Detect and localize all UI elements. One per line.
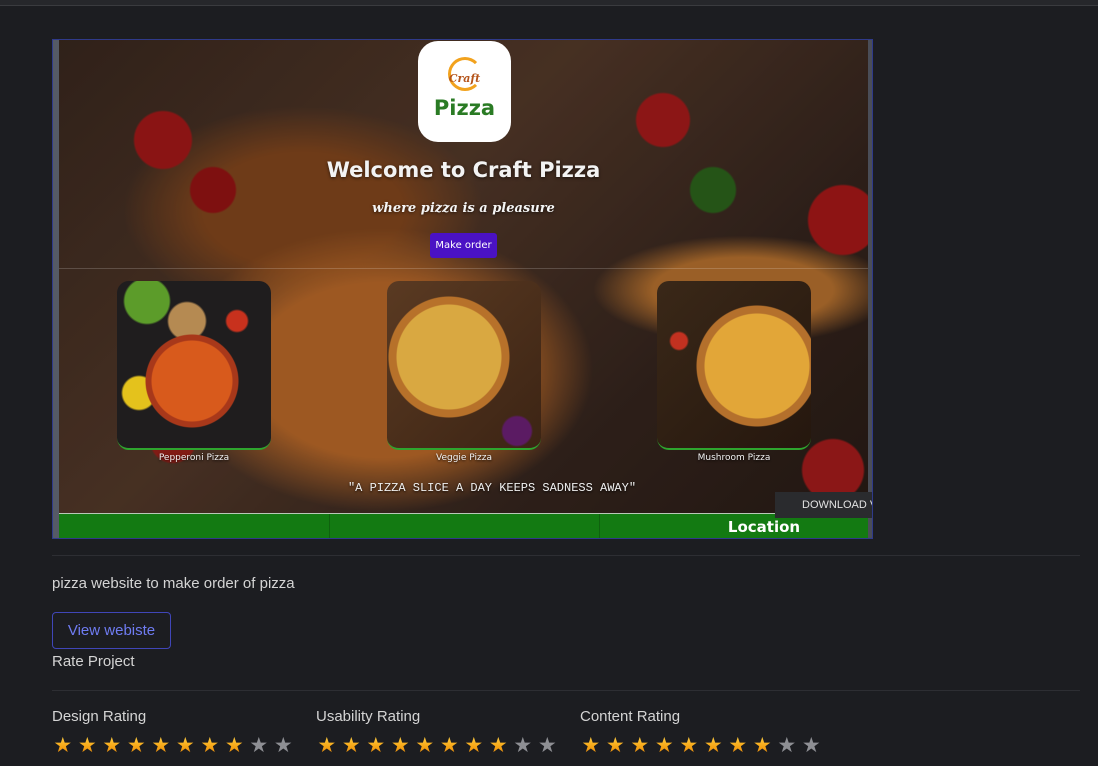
- veggie-pizza-label: Veggie Pizza: [435, 453, 492, 463]
- rate-project-heading: Rate Project: [52, 653, 135, 670]
- content-rating: Content Rating ★ ★ ★ ★ ★ ★ ★ ★ ★ ★: [580, 708, 830, 757]
- project-preview-image: Craft Pizza Welcome to Craft Pizza where…: [52, 39, 873, 539]
- tagline: where pizza is a pleasure: [372, 201, 555, 216]
- star-icon[interactable]: ★: [316, 735, 338, 757]
- star-icon[interactable]: ★: [776, 735, 798, 757]
- view-website-button[interactable]: View webiste: [52, 612, 171, 649]
- star-icon[interactable]: ★: [752, 735, 774, 757]
- project-description: pizza website to make order of pizza: [52, 575, 295, 592]
- craft-pizza-logo: Craft Pizza: [418, 41, 511, 142]
- footer-divider: [599, 514, 600, 538]
- hero-divider: [59, 268, 870, 269]
- logo-craft-text: Craft: [448, 72, 481, 85]
- make-order-button: Make order: [430, 233, 497, 258]
- preview-right-edge: [868, 40, 872, 538]
- top-bar: [0, 0, 1098, 6]
- mushroom-pizza-label: Mushroom Pizza: [697, 453, 771, 463]
- star-icon[interactable]: ★: [199, 735, 221, 757]
- star-icon[interactable]: ★: [463, 735, 485, 757]
- star-icon[interactable]: ★: [175, 735, 197, 757]
- star-icon[interactable]: ★: [77, 735, 99, 757]
- usability-rating-stars[interactable]: ★ ★ ★ ★ ★ ★ ★ ★ ★ ★: [316, 735, 566, 757]
- content-rating-stars[interactable]: ★ ★ ★ ★ ★ ★ ★ ★ ★ ★: [580, 735, 830, 757]
- divider: [52, 690, 1080, 691]
- star-icon[interactable]: ★: [414, 735, 436, 757]
- star-icon[interactable]: ★: [488, 735, 510, 757]
- star-icon[interactable]: ★: [248, 735, 270, 757]
- design-rating: Design Rating ★ ★ ★ ★ ★ ★ ★ ★ ★ ★: [52, 708, 302, 757]
- star-icon[interactable]: ★: [273, 735, 295, 757]
- pizza-quote: "A PIZZA SLICE A DAY KEEPS SADNESS AWAY": [347, 481, 637, 495]
- star-icon[interactable]: ★: [101, 735, 123, 757]
- star-icon[interactable]: ★: [727, 735, 749, 757]
- design-rating-stars[interactable]: ★ ★ ★ ★ ★ ★ ★ ★ ★ ★: [52, 735, 302, 757]
- star-icon[interactable]: ★: [678, 735, 700, 757]
- star-icon[interactable]: ★: [365, 735, 387, 757]
- veggie-pizza-image: [387, 281, 541, 450]
- footer-divider: [329, 514, 330, 538]
- star-icon[interactable]: ★: [580, 735, 602, 757]
- star-icon[interactable]: ★: [605, 735, 627, 757]
- download-button: DOWNLOAD V: [775, 492, 872, 518]
- footer-location-heading: Location: [727, 518, 801, 536]
- pepperoni-pizza-image: [117, 281, 271, 450]
- star-icon[interactable]: ★: [512, 735, 534, 757]
- preview-left-edge: [53, 40, 59, 538]
- pepperoni-pizza-label: Pepperoni Pizza: [158, 453, 230, 463]
- star-icon[interactable]: ★: [52, 735, 74, 757]
- star-icon[interactable]: ★: [439, 735, 461, 757]
- star-icon[interactable]: ★: [150, 735, 172, 757]
- star-icon[interactable]: ★: [126, 735, 148, 757]
- star-icon[interactable]: ★: [341, 735, 363, 757]
- star-icon[interactable]: ★: [629, 735, 651, 757]
- mushroom-pizza-image: [657, 281, 811, 450]
- star-icon[interactable]: ★: [654, 735, 676, 757]
- star-icon[interactable]: ★: [801, 735, 823, 757]
- welcome-heading: Welcome to Craft Pizza: [326, 158, 601, 182]
- star-icon[interactable]: ★: [703, 735, 725, 757]
- design-rating-label: Design Rating: [52, 708, 147, 725]
- divider: [52, 555, 1080, 556]
- logo-pizza-text: Pizza: [433, 96, 496, 120]
- star-icon[interactable]: ★: [224, 735, 246, 757]
- usability-rating-label: Usability Rating: [316, 708, 421, 725]
- star-icon[interactable]: ★: [390, 735, 412, 757]
- content-rating-label: Content Rating: [580, 708, 681, 725]
- usability-rating: Usability Rating ★ ★ ★ ★ ★ ★ ★ ★ ★ ★: [316, 708, 566, 757]
- star-icon[interactable]: ★: [537, 735, 559, 757]
- preview-footer: Location: [59, 513, 870, 538]
